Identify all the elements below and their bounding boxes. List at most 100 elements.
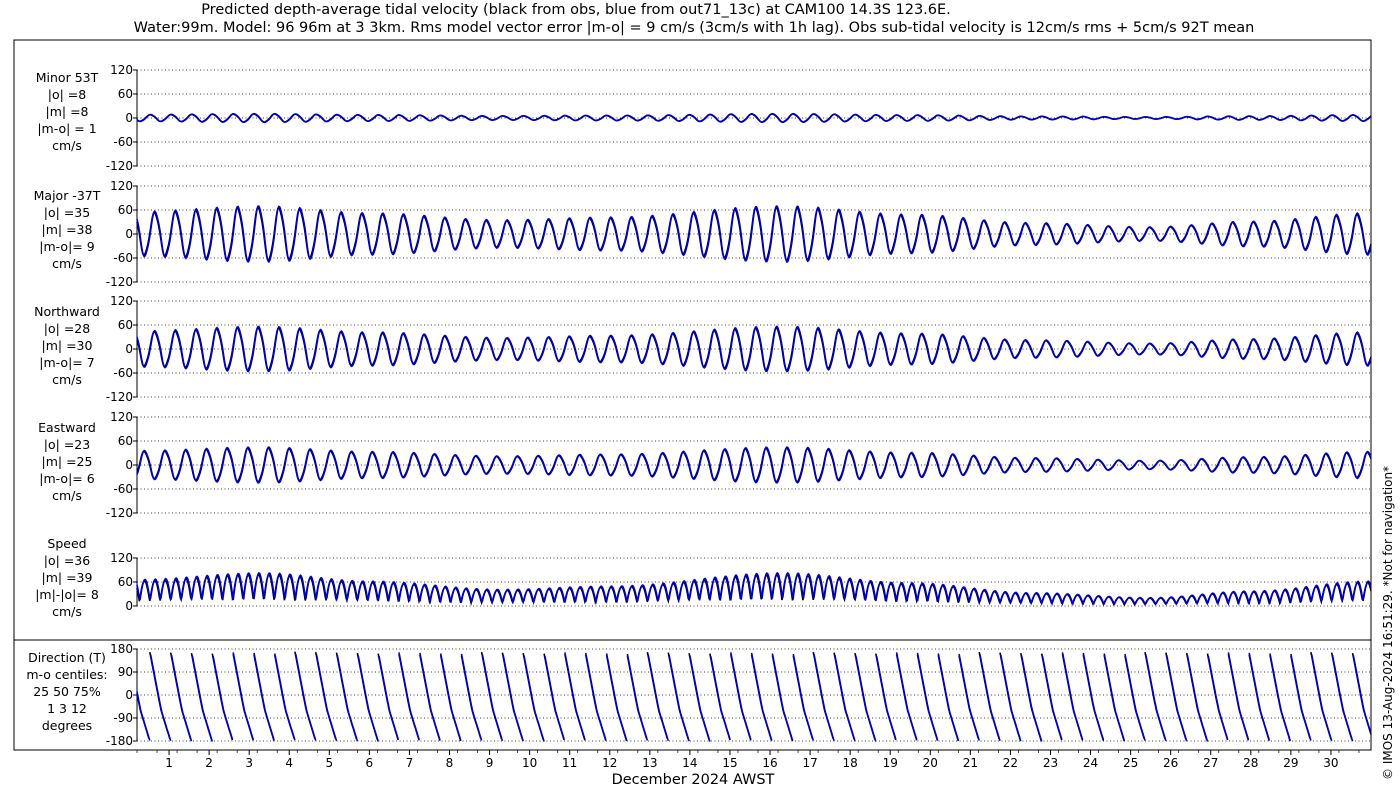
panel-major-label-line: |o| =35 bbox=[44, 205, 90, 220]
panel-minor-ytick-label: 120 bbox=[110, 63, 133, 77]
panel-east: Eastward |o| =23 |m| =25 |m-o|= 6 cm/s 120 60 0… bbox=[38, 410, 1372, 520]
x-tick-label: 13 bbox=[642, 756, 657, 770]
panel-direction: Direction (T) m-o centiles: 25 50 75% 1 3 1… bbox=[26, 642, 1372, 748]
panel-major-ytick-label: 60 bbox=[118, 203, 133, 217]
panel-speed-ytick-label: 60 bbox=[118, 575, 133, 589]
x-tick-label: 16 bbox=[762, 756, 777, 770]
panel-direction-ytick-label: 90 bbox=[118, 665, 133, 679]
x-tick-label: 12 bbox=[602, 756, 617, 770]
x-tick-label: 18 bbox=[843, 756, 858, 770]
panel-north-ytick-label: 0 bbox=[125, 342, 133, 356]
panel-north-ytick-label: -120 bbox=[106, 390, 133, 404]
x-tick-label: 8 bbox=[446, 756, 454, 770]
chart-title-line2: Water:99m. Model: 96 96m at 3 3km. Rms m… bbox=[134, 20, 1255, 36]
panel-minor-label-line: |o| =8 bbox=[48, 87, 87, 102]
panel-north-label-line: |m-o|= 7 bbox=[39, 355, 94, 370]
panel-speed-ytick-label: 120 bbox=[110, 551, 133, 565]
x-tick-label: 24 bbox=[1083, 756, 1098, 770]
panel-major-ytick-label: -60 bbox=[113, 251, 133, 265]
panel-major-ytick-label: 120 bbox=[110, 179, 133, 193]
panel-east-ytick-label: -120 bbox=[106, 506, 133, 520]
panel-direction-ytick-label: -180 bbox=[106, 734, 133, 748]
panel-north-ytick-label: 60 bbox=[118, 318, 133, 332]
panel-north-label-line: Northward bbox=[34, 304, 100, 319]
x-tick-label: 26 bbox=[1163, 756, 1178, 770]
x-tick-label: 14 bbox=[682, 756, 697, 770]
panel-speed-label-line: Speed bbox=[47, 536, 86, 551]
panel-east-label-line: |m-o|= 6 bbox=[39, 471, 94, 486]
panel-north-label-line: cm/s bbox=[52, 372, 82, 387]
panel-minor-ytick-label: -120 bbox=[106, 159, 133, 173]
panel-north-label-line: |o| =28 bbox=[44, 321, 90, 336]
panel-direction-ytick-label: -90 bbox=[113, 711, 133, 725]
x-tick-label: 10 bbox=[522, 756, 537, 770]
panel-major-ytick-label: -120 bbox=[106, 275, 133, 289]
panel-minor-ytick-label: 0 bbox=[125, 111, 133, 125]
panel-major-label-line: cm/s bbox=[52, 256, 82, 271]
x-tick-label: 29 bbox=[1283, 756, 1298, 770]
panel-direction-label-line: 25 50 75% bbox=[33, 684, 101, 699]
panel-major: Major -37T |o| =35 |m| =38 |m-o|= 9 cm/s 120 6… bbox=[34, 179, 1372, 289]
x-tick-label: 1 bbox=[165, 756, 173, 770]
tidal-velocity-figure: Predicted depth-average tidal velocity (… bbox=[13, 2, 1395, 788]
x-axis: 1 2 3 4 5 6 7 8 9 10 11 12 13 14 15 16 17 18 19 20 21 22 23 24 2… bbox=[136, 750, 1360, 770]
x-tick-label: 27 bbox=[1203, 756, 1218, 770]
panel-major-label-line: |m-o|= 9 bbox=[39, 239, 94, 254]
panel-speed-ytick-label: 0 bbox=[125, 599, 133, 613]
panel-speed-label-line: cm/s bbox=[52, 604, 82, 619]
panel-east-ytick-label: 0 bbox=[125, 458, 133, 472]
panel-minor-label-line: |m-o| = 1 bbox=[37, 121, 96, 136]
panel-speed-label-line: |m| =39 bbox=[42, 570, 93, 585]
x-tick-label: 2 bbox=[205, 756, 213, 770]
x-tick-label: 15 bbox=[722, 756, 737, 770]
panel-east-label-line: cm/s bbox=[52, 488, 82, 503]
panel-east-label-line: |o| =23 bbox=[44, 437, 90, 452]
panel-minor-label-line: |m| =8 bbox=[46, 104, 89, 119]
panel-minor-label-line: cm/s bbox=[52, 138, 82, 153]
panel-direction-ytick-label: 0 bbox=[125, 688, 133, 702]
x-tick-label: 3 bbox=[245, 756, 253, 770]
panel-east-ytick-label: 120 bbox=[110, 410, 133, 424]
panel-speed-label-line: |o| =36 bbox=[44, 553, 90, 568]
panel-north-label-line: |m| =30 bbox=[42, 338, 93, 353]
panel-north-ytick-label: 120 bbox=[110, 294, 133, 308]
panel-direction-series-model bbox=[136, 652, 1372, 742]
panel-direction-ytick-label: 180 bbox=[110, 642, 133, 656]
panel-speed-label-line: |m|-|o|= 8 bbox=[35, 587, 99, 602]
chart-title-line1: Predicted depth-average tidal velocity (… bbox=[201, 2, 951, 18]
x-tick-label: 5 bbox=[325, 756, 333, 770]
x-tick-label: 19 bbox=[883, 756, 898, 770]
panel-speed: Speed |o| =36 |m| =39 |m|-|o|= 8 cm/s 120 60 0 bbox=[35, 536, 1372, 619]
x-tick-label: 28 bbox=[1243, 756, 1258, 770]
panel-minor-label-line: Minor 53T bbox=[36, 70, 99, 85]
panel-minor-ytick-label: 60 bbox=[118, 87, 133, 101]
panel-direction-label-line: 1 3 12 bbox=[47, 701, 87, 716]
x-tick-label: 23 bbox=[1043, 756, 1058, 770]
x-tick-label: 22 bbox=[1003, 756, 1018, 770]
x-axis-label: December 2024 AWST bbox=[612, 772, 775, 788]
panel-major-ytick-label: 0 bbox=[125, 227, 133, 241]
x-tick-label: 9 bbox=[486, 756, 494, 770]
panels-group: Minor 53T |o| =8 |m| =8 |m-o| = 1 cm/s 120 60 0… bbox=[26, 63, 1372, 748]
upper-axes-frame bbox=[13, 39, 1372, 641]
copyright-note: © IMOS 13-Aug-2024 16:51:29. *Not for na… bbox=[1381, 466, 1395, 780]
panel-east-ytick-label: 60 bbox=[118, 434, 133, 448]
x-tick-label: 17 bbox=[802, 756, 817, 770]
panel-east-label-line: |m| =25 bbox=[42, 454, 93, 469]
x-tick-label: 11 bbox=[562, 756, 577, 770]
x-tick-label: 25 bbox=[1123, 756, 1138, 770]
panel-major-label-line: Major -37T bbox=[34, 188, 101, 203]
x-tick-label: 21 bbox=[963, 756, 978, 770]
panel-major-label-line: |m| =38 bbox=[42, 222, 93, 237]
panel-east-label-line: Eastward bbox=[38, 420, 96, 435]
panel-north: Northward |o| =28 |m| =30 |m-o|= 7 cm/s 120 60… bbox=[34, 294, 1372, 404]
panel-minor: Minor 53T |o| =8 |m| =8 |m-o| = 1 cm/s 120 60 0… bbox=[36, 63, 1372, 173]
x-tick-label: 20 bbox=[923, 756, 938, 770]
panel-direction-label-line: Direction (T) bbox=[28, 650, 106, 665]
panel-minor-ytick-label: -60 bbox=[113, 135, 133, 149]
x-tick-label: 6 bbox=[366, 756, 374, 770]
panel-direction-label-line: degrees bbox=[42, 718, 92, 733]
x-tick-label: 4 bbox=[285, 756, 293, 770]
panel-east-ytick-label: -60 bbox=[113, 482, 133, 496]
panel-direction-label-line: m-o centiles: bbox=[26, 667, 107, 682]
